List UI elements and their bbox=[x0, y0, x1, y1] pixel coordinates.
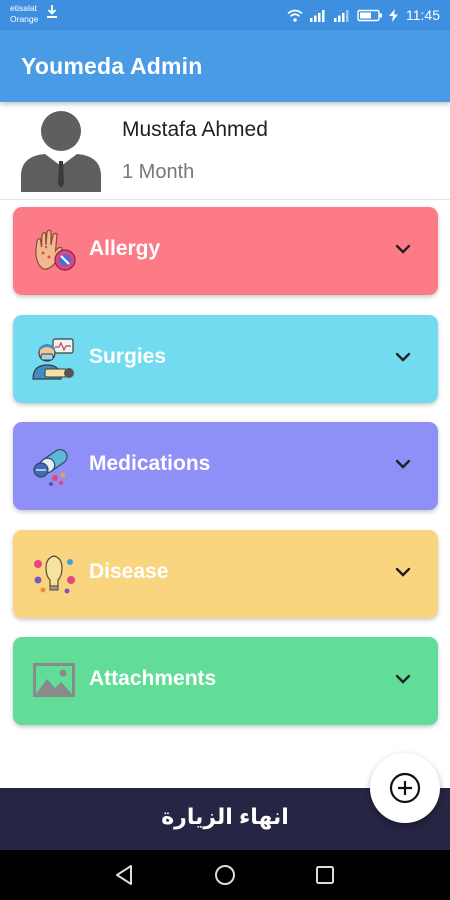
chevron-down-icon[interactable] bbox=[395, 351, 411, 363]
allergy-hand-icon bbox=[35, 229, 76, 271]
battery-icon bbox=[357, 9, 382, 21]
section-card-surgies[interactable]: Surgies bbox=[13, 315, 438, 403]
carrier-name-secondary: Orange bbox=[10, 14, 39, 24]
image-icon bbox=[33, 663, 75, 697]
user-avatar-icon bbox=[21, 111, 101, 192]
clock: 11:45 bbox=[406, 7, 440, 23]
add-button[interactable] bbox=[370, 753, 440, 823]
section-card-attachments[interactable]: Attachments bbox=[13, 637, 438, 725]
section-card-allergy[interactable]: Allergy bbox=[13, 207, 438, 295]
carrier-info: etisalat Orange bbox=[10, 3, 38, 25]
app-bar: Youmeda Admin bbox=[0, 30, 450, 102]
download-icon bbox=[47, 5, 57, 18]
patient-duration: 1 Month bbox=[122, 161, 195, 183]
app-title: Youmeda Admin bbox=[21, 53, 203, 79]
charging-icon bbox=[389, 8, 398, 22]
back-icon[interactable] bbox=[112, 862, 138, 888]
section-label: Surgies bbox=[89, 345, 167, 368]
section-card-disease[interactable]: Disease bbox=[13, 530, 438, 618]
signal-icon bbox=[310, 9, 325, 22]
system-navigation-bar bbox=[0, 850, 450, 900]
section-label: Disease bbox=[89, 560, 169, 583]
section-label: Allergy bbox=[89, 237, 161, 260]
wifi-icon bbox=[287, 9, 303, 22]
section-label: Attachments bbox=[89, 667, 217, 690]
home-icon[interactable] bbox=[212, 862, 238, 888]
chevron-down-icon[interactable] bbox=[395, 243, 411, 255]
pills-icon bbox=[33, 448, 68, 486]
chevron-down-icon[interactable] bbox=[395, 673, 411, 685]
chevron-down-icon[interactable] bbox=[395, 458, 411, 470]
add-circle-icon bbox=[389, 772, 421, 804]
status-bar: etisalat Orange 11:45 bbox=[0, 0, 450, 30]
recents-icon[interactable] bbox=[312, 862, 338, 888]
section-label: Medications bbox=[89, 452, 211, 475]
patient-name: Mustafa Ahmed bbox=[122, 118, 268, 141]
virus-icon bbox=[34, 555, 75, 594]
carrier-name: etisalat bbox=[10, 3, 37, 13]
chevron-down-icon[interactable] bbox=[395, 566, 411, 578]
section-card-medications[interactable]: Medications bbox=[13, 422, 438, 510]
signal-icon bbox=[334, 9, 349, 22]
patient-profile-header: Mustafa Ahmed 1 Month bbox=[0, 102, 450, 200]
status-icons: 11:45 bbox=[287, 5, 440, 25]
surgeon-icon bbox=[32, 338, 74, 380]
